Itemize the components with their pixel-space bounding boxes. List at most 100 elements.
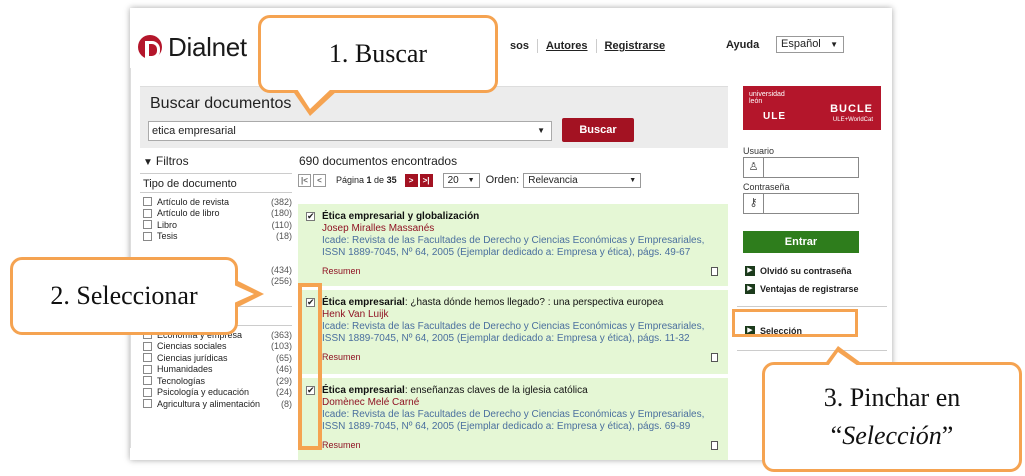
result-source[interactable]: Icade: Revista de las Facultades de Dere… [322,321,704,332]
next-page-icon[interactable]: > [404,173,418,187]
selection-highlight [732,309,858,337]
filter-label: Libro [157,219,178,230]
checkbox[interactable] [143,387,152,397]
document-icon[interactable] [711,441,718,450]
banner-university: universidad león [749,91,785,105]
chevron-down-icon: ▼ [629,176,637,184]
result-checkbox[interactable]: ✔ [306,212,315,221]
result-title[interactable]: Ética empresarial: ¿hasta dónde hemos ll… [322,297,663,308]
nav-item-register[interactable]: Registrarse [595,39,674,53]
filters-title: ▼ Filtros [143,154,292,168]
filter-label: Tesis [157,231,178,242]
chevron-down-icon: ▼ [830,40,838,49]
filter-label: Ciencias jurídicas [157,352,228,363]
password-field[interactable]: ⚷ [743,193,859,214]
top-nav: sos Autores Registrarse [502,39,673,53]
document-icon[interactable] [711,353,718,362]
help-link[interactable]: Ayuda [726,39,759,51]
filter-count: (103) [270,341,292,352]
checkbox[interactable] [143,197,152,207]
result-summary-link[interactable]: Resumen [322,352,361,362]
user-field[interactable]: ♙ [743,157,859,178]
checkbox[interactable] [143,231,152,241]
checkbox[interactable] [143,220,152,230]
filter-option[interactable]: Humanidades (46) [140,364,292,376]
language-select[interactable]: Español ▼ [776,36,844,53]
first-page-icon[interactable]: |< [298,173,311,187]
results-panel: 690 documentos encontrados |< < Página 1… [298,154,728,460]
checkbox[interactable] [143,364,152,374]
search-button[interactable]: Buscar [562,118,634,142]
checkbox[interactable] [143,341,152,351]
university-banner[interactable]: universidad león ULE BUCLE ULE+WorldCat [743,86,881,130]
document-icon[interactable] [711,267,718,276]
per-page-select[interactable]: 20 ▼ [442,172,480,188]
result-source-detail[interactable]: ISSN 1889-7045, Nº 64, 2005 (Ejemplar de… [322,333,690,344]
result-author[interactable]: Domènec Melé Carné [322,397,419,408]
result-author[interactable]: Josep Miralles Massanés [322,223,434,234]
nav-item-register-label: Registrarse [604,40,666,52]
filter-option[interactable]: Ciencias sociales (103) [140,341,292,353]
result-title[interactable]: Ética empresarial y globalización [322,211,479,222]
dialnet-logo[interactable]: Dialnet [138,32,247,62]
chevron-down-icon: ▼ [537,126,545,135]
nav-item-search-partial[interactable]: sos [502,39,537,53]
result-source-detail[interactable]: ISSN 1889-7045, Nº 64, 2005 (Ejemplar de… [322,421,690,432]
quote-open: “ [830,421,843,450]
filter-label: Ciencias sociales [157,341,227,352]
result-title-rest: : ¿hasta dónde hemos llegado? : una pers… [404,297,664,308]
page-mid: de [371,175,387,185]
filter-count: (110) [271,219,292,230]
checkbox[interactable] [143,208,152,218]
order-value: Relevancia [528,174,578,186]
filter-group-doc-type: Tipo de documento Artículo de revista (38… [140,173,292,242]
register-advantages-link[interactable]: ▶ Ventajas de registrarse [745,284,859,294]
filter-count: (363) [270,329,292,340]
last-page-icon[interactable]: >| [419,173,433,187]
filter-count: (29) [275,375,292,386]
banner-ule: ULE [763,111,786,122]
password-label: Contraseña [743,182,790,192]
result-summary-link[interactable]: Resumen [322,266,361,276]
result-title-bold: Ética empresarial [322,385,405,396]
login-button[interactable]: Entrar [743,231,859,253]
result-record: ✔ Ética empresarial: enseñanzas claves d… [298,378,728,460]
checkbox-highlight [298,283,322,450]
forgot-password-link[interactable]: ▶ Olvidó su contraseña [745,266,852,276]
checkbox[interactable] [143,376,152,386]
result-source[interactable]: Icade: Revista de las Facultades de Dere… [322,409,704,420]
nav-item-authors[interactable]: Autores [536,39,596,53]
filter-label: Agricultura y alimentación [157,398,261,409]
divider [737,306,887,307]
search-input[interactable]: etica empresarial ▼ [148,121,552,141]
register-advantages-label: Ventajas de registrarse [760,284,859,294]
key-icon: ⚷ [744,194,764,213]
filter-option[interactable]: Artículo de revista (382) [140,196,292,208]
callout-line-2: “Selección” [765,417,1019,455]
filter-option[interactable]: Ciencias jurídicas (65) [140,352,292,364]
result-source-detail[interactable]: ISSN 1889-7045, Nº 64, 2005 (Ejemplar de… [322,247,690,258]
result-record: ✔ Ética empresarial y globalización Jose… [298,204,728,288]
search-title: Buscar documentos [150,95,292,112]
prev-page-icon[interactable]: < [313,173,326,187]
nav-item-authors-label: Autores [545,40,588,52]
filter-option[interactable]: Tecnologías (29) [140,375,292,387]
result-title-bold: Ética empresarial y globalización [322,211,480,222]
dialnet-logo-icon [138,35,162,59]
checkbox[interactable] [143,353,152,363]
callout-tail [297,89,331,109]
filter-option[interactable]: Libro (110) [140,219,292,231]
filter-option[interactable]: Artículo de libro (180) [140,208,292,220]
user-label: Usuario [743,146,775,156]
result-source[interactable]: Icade: Revista de las Facultades de Dere… [322,235,704,246]
filter-option[interactable]: Agricultura y alimentación (8) [140,398,292,410]
order-select[interactable]: Relevancia ▼ [523,172,642,188]
result-author[interactable]: Henk Van Luijk [322,309,389,320]
filter-option[interactable]: Tesis (18) [140,231,292,243]
result-summary-link[interactable]: Resumen [322,440,361,450]
quote-close: ” [941,421,954,450]
result-title[interactable]: Ética empresarial: enseñanzas claves de … [322,385,588,396]
checkbox[interactable] [143,399,152,409]
filter-option[interactable]: Psicología y educación (24) [140,387,292,399]
callout-tail [828,352,858,366]
